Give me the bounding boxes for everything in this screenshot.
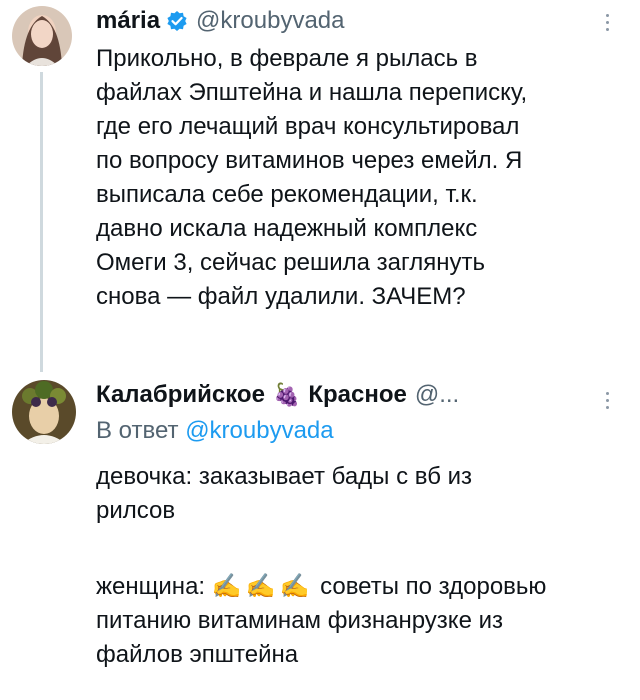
text-line: по вопросу витаминов через емейл. Я bbox=[96, 147, 523, 174]
author-handle[interactable]: @... bbox=[415, 380, 459, 410]
grape-emoji-icon: 🍇 bbox=[272, 382, 301, 407]
more-options-icon[interactable] bbox=[606, 14, 612, 31]
text-line: питанию витаминам физнанрузке из bbox=[96, 607, 503, 634]
avatar-calabrian[interactable] bbox=[12, 380, 76, 444]
more-options-icon[interactable] bbox=[606, 392, 612, 409]
para2-label: женщина: bbox=[96, 573, 206, 600]
text-line: рилсов bbox=[96, 497, 176, 524]
verified-badge-icon bbox=[166, 10, 188, 32]
tweet2-text: девочка: заказывает бады с вб из рилсов … bbox=[96, 460, 616, 672]
author-handle[interactable]: @kroubyvada bbox=[196, 6, 344, 36]
tweet-reply[interactable]: Калабрийское 🍇 Красное @... В ответ @kro… bbox=[0, 370, 640, 700]
text-line: Прикольно, в феврале я рылась в bbox=[96, 45, 478, 72]
author-name-part2[interactable]: Красное bbox=[308, 380, 407, 410]
tweet2-header: Калабрийское 🍇 Красное @... bbox=[96, 380, 459, 410]
writing-hand-emoji-icon: ✍️✍️✍️ bbox=[211, 573, 314, 600]
text-line: женщина: ✍️✍️✍️ советы по здоровью bbox=[96, 562, 616, 604]
text-line: снова — файл удалили. ЗАЧЕМ? bbox=[96, 283, 466, 310]
tweet1-text: Прикольно, в феврале я рылась в файлах Э… bbox=[96, 42, 616, 314]
avatar-maria[interactable] bbox=[12, 6, 72, 66]
reply-handle-link[interactable]: @kroubyvada bbox=[185, 417, 333, 444]
text-line: Омеги 3, сейчас решила заглянуть bbox=[96, 249, 486, 276]
author-name[interactable]: mária bbox=[96, 6, 160, 36]
replying-to: В ответ @kroubyvada bbox=[96, 416, 334, 446]
author-name-part1[interactable]: Калабрийское bbox=[96, 380, 265, 410]
text-line: девочка: заказывает бады с вб из bbox=[96, 463, 473, 490]
para2-rest: советы по здоровью bbox=[320, 573, 547, 600]
tweet1-header: mária @kroubyvada bbox=[96, 6, 345, 36]
text-line: файлов эпштейна bbox=[96, 641, 299, 668]
text-line: выписала себе рекомендации, т.к. bbox=[96, 181, 478, 208]
text-line: давно искала надежный комплекс bbox=[96, 215, 478, 242]
reply-prefix: В ответ bbox=[96, 417, 179, 444]
text-line: файлах Эпштейна и нашла переписку, bbox=[96, 79, 528, 106]
thread-line bbox=[40, 72, 43, 372]
text-line: где его лечащий врач консультировал bbox=[96, 113, 520, 140]
tweet-original[interactable]: mária @kroubyvada Прикольно, в феврале я… bbox=[0, 0, 640, 372]
